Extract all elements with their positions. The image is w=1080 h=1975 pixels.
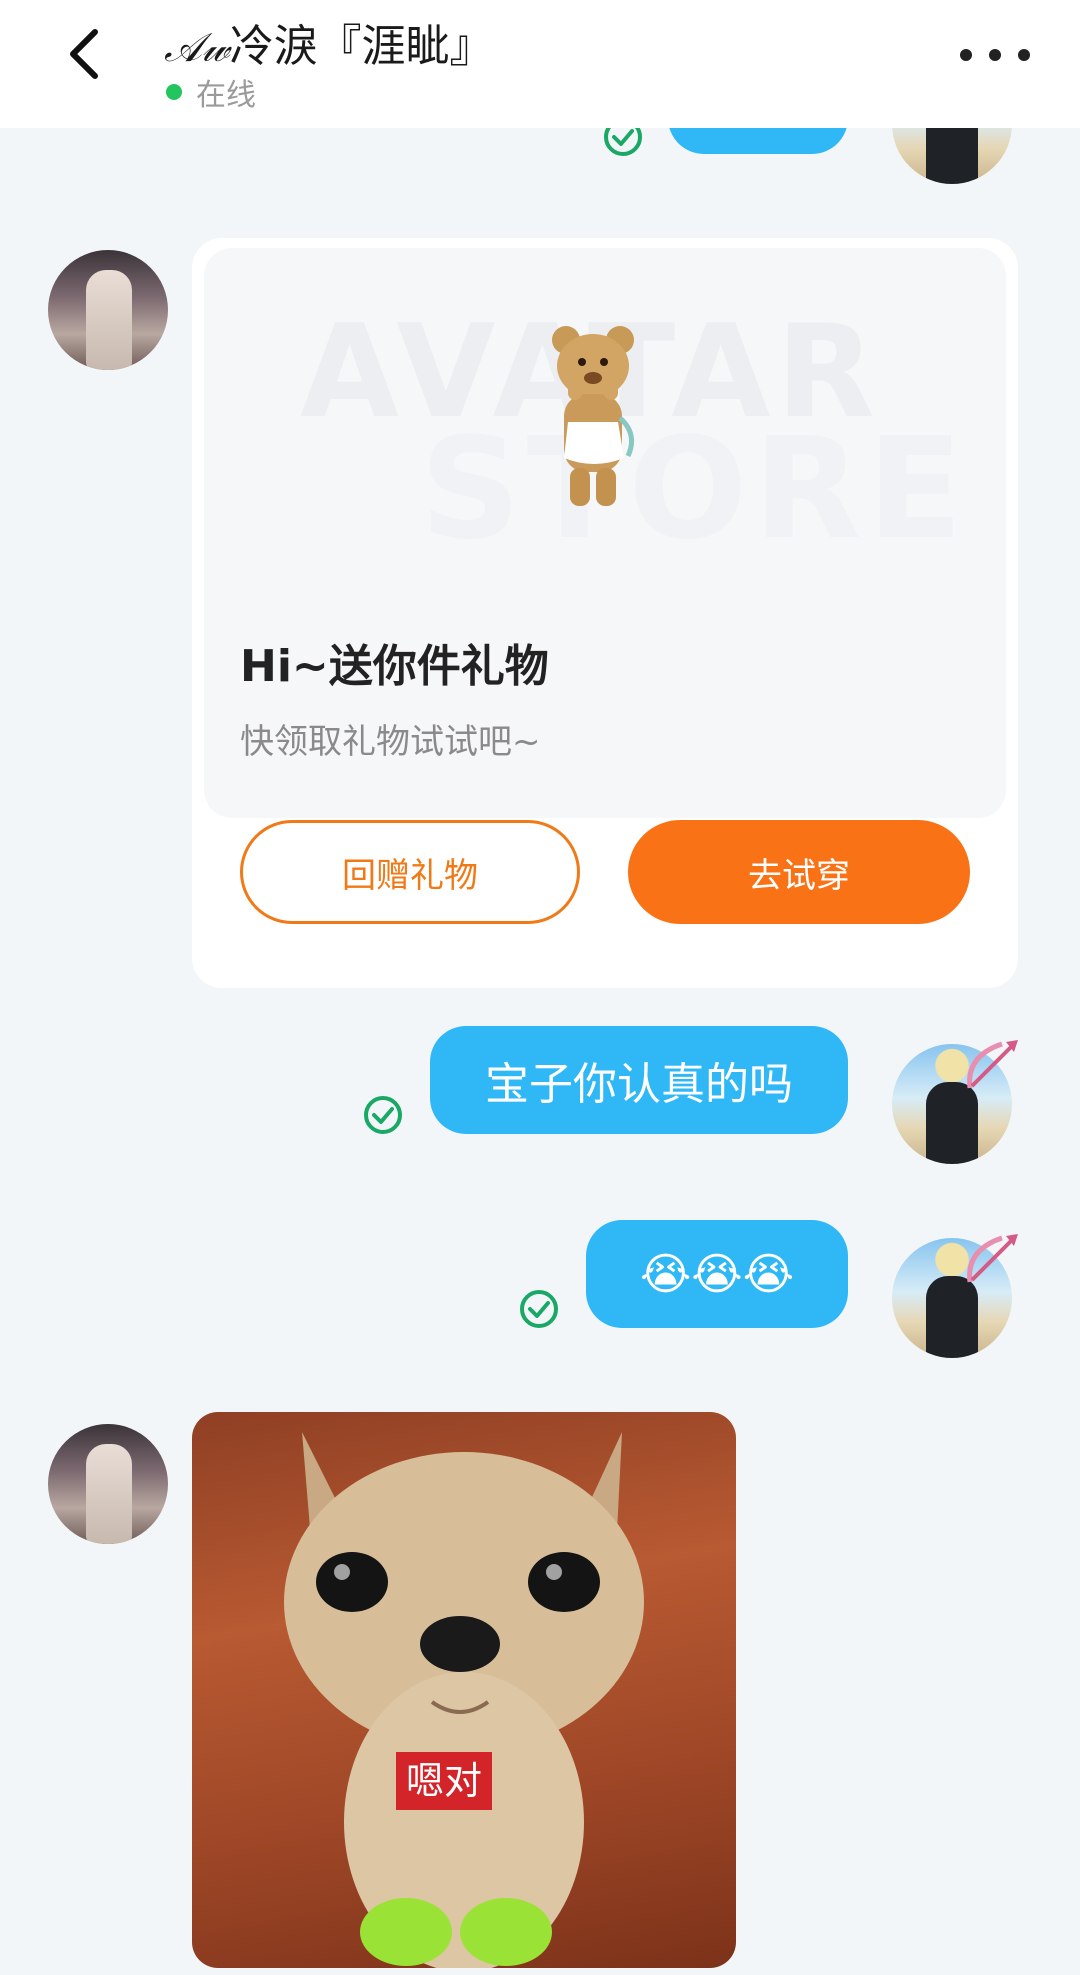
watermark-store: STORE (420, 408, 969, 571)
gift-subtitle: 快领取礼物试试吧~ (240, 722, 541, 762)
online-status-label: 在线 (196, 78, 256, 113)
read-check-icon (364, 1096, 402, 1134)
contact-name-prefix: 𝒜𝓌 (164, 25, 230, 71)
return-gift-button[interactable]: 回赠礼物 (240, 820, 580, 924)
gift-title: Hi~送你件礼物 (240, 641, 549, 692)
read-check-icon (520, 1290, 558, 1328)
cupid-bow-icon (967, 1234, 1018, 1283)
teddy-bear-icon (552, 326, 635, 506)
sticker-image-message[interactable]: 嗯对 (192, 1412, 736, 1968)
try-on-button[interactable]: 去试穿 (628, 820, 970, 924)
message-bubble[interactable]: 宝子你认真的吗 (430, 1026, 848, 1134)
cupid-bow-icon (967, 1040, 1018, 1089)
back-button[interactable] (56, 24, 112, 84)
contact-avatar[interactable] (48, 1424, 168, 1544)
sticker-caption: 嗯对 (396, 1752, 493, 1810)
online-dot-icon (166, 84, 182, 100)
online-status: 在线 (166, 70, 256, 114)
chat-header: 𝒜𝓌冷淚『涯眦』 在线 (0, 0, 1080, 128)
contact-name[interactable]: 𝒜𝓌冷淚『涯眦』 (164, 10, 494, 74)
gift-card[interactable]: AVATAR STORE Hi~送你件礼物 快领取礼物试试吧~ 回赠礼物 去试穿 (192, 238, 1018, 988)
more-options-button[interactable] (960, 36, 1030, 74)
chihuahua-image (284, 1432, 644, 1968)
contact-name-main: 冷淚『涯眦』 (229, 21, 494, 72)
contact-avatar[interactable] (48, 250, 168, 370)
chevron-left-icon (70, 29, 98, 79)
more-dots-icon (960, 49, 972, 61)
message-bubble[interactable]: 😭😭😭 (586, 1220, 848, 1328)
